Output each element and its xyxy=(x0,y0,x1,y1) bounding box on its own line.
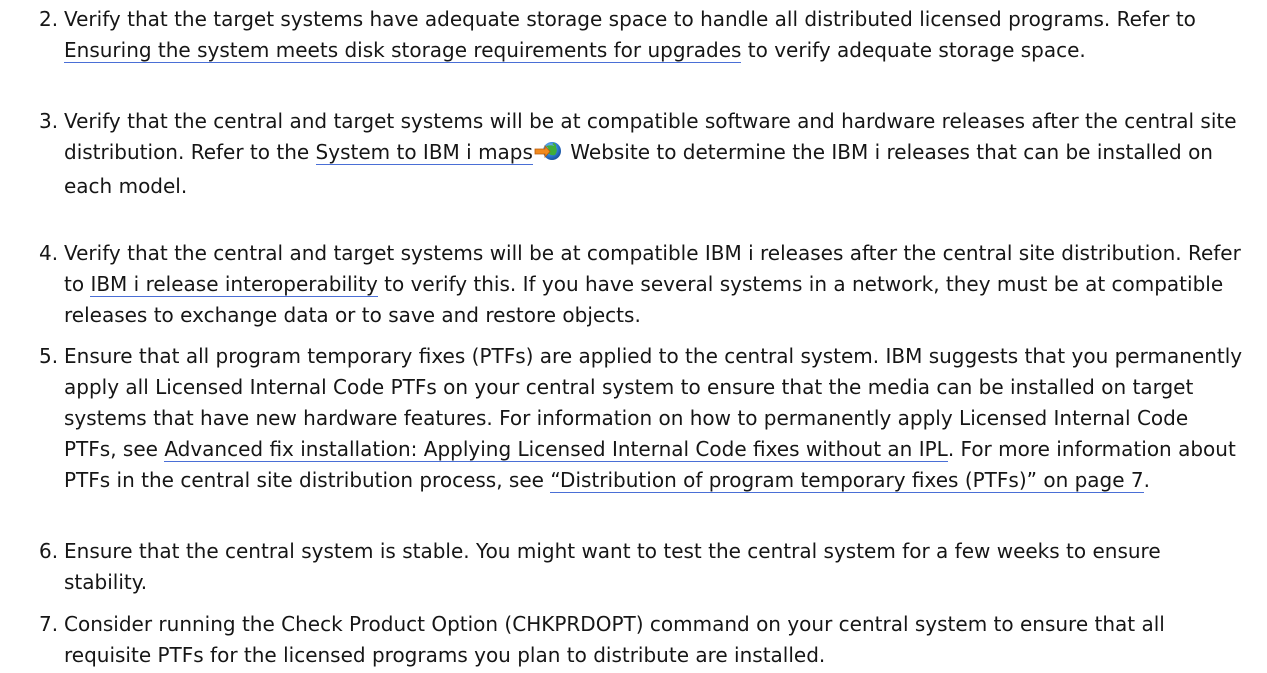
link-distribution-of-ptfs[interactable]: “Distribution of program temporary fixes… xyxy=(550,468,1144,493)
list-item-7: 7. Consider running the Check Product Op… xyxy=(0,609,1245,671)
list-item-number: 2. xyxy=(39,7,59,31)
external-web-link-icon[interactable] xyxy=(534,140,562,171)
list-item-text: Ensure that all program temporary fixes … xyxy=(64,344,1243,493)
list-item-5: 5. Ensure that all program temporary fix… xyxy=(0,341,1245,496)
list-item-number: 4. xyxy=(39,241,59,265)
list-item-2: 2. Verify that the target systems have a… xyxy=(0,4,1245,66)
link-advanced-fix-installation[interactable]: Advanced fix installation: Applying Lice… xyxy=(164,437,948,462)
link-ibm-i-release-interoperability[interactable]: IBM i release interoperability xyxy=(90,272,378,297)
list-item-text: Verify that the central and target syste… xyxy=(64,109,1237,198)
list-item-text: Verify that the central and target syste… xyxy=(64,241,1241,327)
list-item-text: Consider running the Check Product Optio… xyxy=(64,612,1165,667)
list-item-6: 6. Ensure that the central system is sta… xyxy=(0,536,1245,598)
document-page: 2. Verify that the target systems have a… xyxy=(0,0,1267,673)
list-item-4: 4. Verify that the central and target sy… xyxy=(0,238,1245,331)
list-item-number: 6. xyxy=(39,539,59,563)
list-item-3: 3. Verify that the central and target sy… xyxy=(0,106,1245,202)
list-item-number: 5. xyxy=(39,344,59,368)
list-item-number: 7. xyxy=(39,612,59,636)
link-disk-storage-requirements[interactable]: Ensuring the system meets disk storage r… xyxy=(64,38,742,63)
link-system-to-ibm-i-maps[interactable]: System to IBM i maps xyxy=(315,140,533,165)
list-item-text: Ensure that the central system is stable… xyxy=(64,539,1161,594)
list-item-text: Verify that the target systems have adeq… xyxy=(64,7,1196,63)
list-item-number: 3. xyxy=(39,109,59,133)
